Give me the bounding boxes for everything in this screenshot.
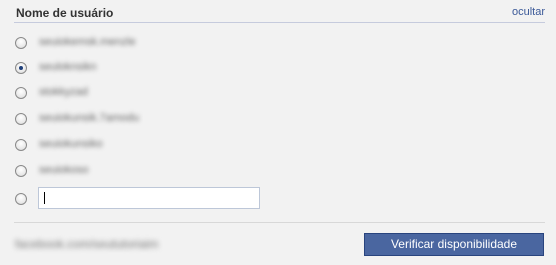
- username-option[interactable]: stokkyzad: [15, 86, 415, 102]
- username-suggestion: stokkyzad: [39, 86, 88, 98]
- username-panel: Nome de usuário ocultar seuiokemsk.menzl…: [0, 0, 556, 265]
- check-availability-button[interactable]: Verificar disponibilidade: [364, 233, 544, 256]
- radio-button[interactable]: [15, 37, 27, 49]
- username-suggestion: seuiokemsk.menzle: [39, 36, 136, 48]
- radio-button[interactable]: [15, 165, 27, 177]
- divider: [14, 222, 545, 223]
- radio-button[interactable]: [15, 139, 27, 151]
- username-suggestion: seuiokunsiko: [39, 138, 103, 150]
- radio-button[interactable]: [15, 113, 27, 125]
- profile-url: facebook.com/seututoriaim: [15, 237, 159, 251]
- username-option[interactable]: seuiokoso: [15, 164, 415, 180]
- username-option-custom[interactable]: [15, 187, 415, 209]
- text-caret: [44, 192, 45, 204]
- username-suggestion: seuiokunsik.7amodu: [39, 112, 140, 124]
- radio-button-selected[interactable]: [15, 62, 27, 74]
- username-suggestion: seuloknsikn: [39, 61, 97, 73]
- radio-button[interactable]: [15, 87, 27, 99]
- username-option[interactable]: seuiokunsiko: [15, 138, 415, 154]
- username-option[interactable]: seuiokemsk.menzle: [15, 36, 415, 52]
- hide-link[interactable]: ocultar: [512, 6, 545, 18]
- section-title: Nome de usuário: [16, 6, 114, 20]
- radio-button[interactable]: [15, 193, 27, 205]
- custom-username-input[interactable]: [38, 187, 260, 209]
- username-option[interactable]: seuloknsikn: [15, 61, 415, 77]
- username-option[interactable]: seuiokunsik.7amodu: [15, 112, 415, 128]
- section-header: Nome de usuário ocultar: [14, 6, 545, 23]
- username-suggestion: seuiokoso: [39, 164, 89, 176]
